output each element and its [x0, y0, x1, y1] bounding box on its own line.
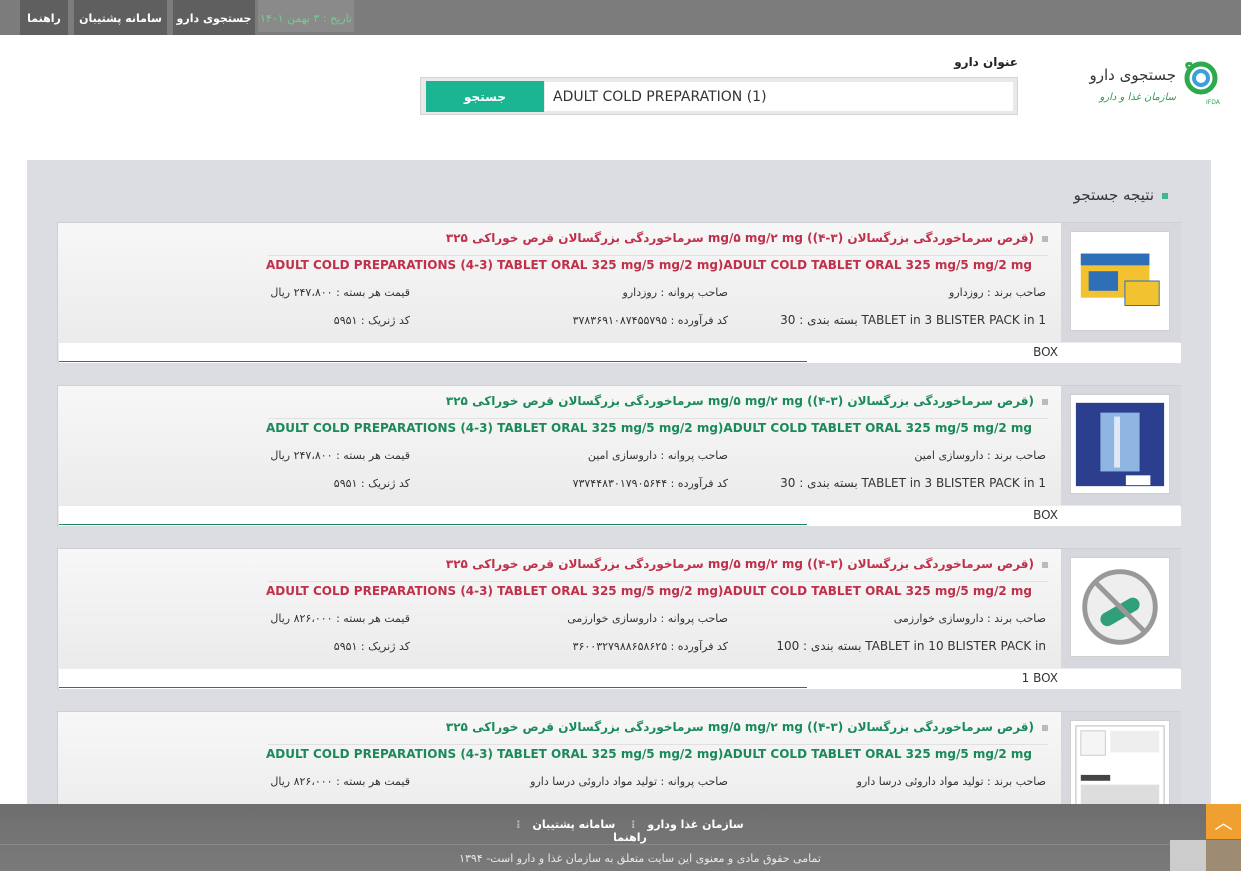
logo-subtitle: سازمان غذا و دارو	[1099, 92, 1176, 103]
packaging-info: بسته بندی : 30 TABLET in 3 BLISTER PACK …	[780, 476, 1046, 490]
result-title-fa[interactable]: سرماخوردگی بزرگسالان قرص خوراکی ۳۲۵ mg/۵…	[248, 557, 1048, 571]
footer: سازمان غذا ودارو ⁝ سامانه پشتیبان ⁝ راهنما…	[0, 804, 1241, 871]
package-price: قیمت هر بسته : ۸۲۶،۰۰۰ ریال	[270, 612, 410, 625]
product-code: کد فرآورده : ۳۷۸۳۶۹۱۰۸۷۴۵۵۷۹۵	[572, 314, 728, 327]
divider	[268, 744, 1048, 745]
packaging-info: بسته بندی : 100 TABLET in 10 BLISTER PAC…	[776, 639, 1046, 653]
result-title-en[interactable]: ADULT COLD PREPARATIONS (4-3) TABLET ORA…	[208, 421, 1032, 435]
generic-code: کد ژنریک : ۵۹۵۱	[333, 640, 410, 653]
brand-owner: صاحب برند : روزدارو	[949, 286, 1046, 299]
logo-title: جستجوی دارو	[1089, 66, 1176, 84]
date-label: تاریخ : ۳ بهمن ۱۴۰۱	[258, 0, 354, 32]
result-title-fa[interactable]: سرماخوردگی بزرگسالان قرص خوراکی ۳۲۵ mg/۵…	[248, 720, 1048, 734]
license-holder: صاحب پروانه : داروسازی امین	[587, 449, 728, 462]
product-code: کد فرآورده : ۷۳۷۴۴۸۳۰۱۷۹۰۵۶۴۴	[572, 477, 728, 490]
result-title-fa-text: سرماخوردگی بزرگسالان قرص خوراکی ۳۲۵ mg/۵…	[445, 394, 1034, 408]
result-title-en[interactable]: ADULT COLD PREPARATIONS (4-3) TABLET ORA…	[208, 584, 1032, 598]
chevron-up-icon: ︿	[1214, 812, 1233, 833]
generic-code: کد ژنریک : ۵۹۵۱	[333, 477, 410, 490]
footer-link-fda[interactable]: سازمان غذا ودارو	[647, 818, 743, 831]
package-price: قیمت هر بسته : ۲۴۷،۸۰۰ ریال	[270, 286, 410, 299]
nav-support[interactable]: سامانه پشتیبان	[74, 0, 167, 35]
packaging-info: بسته بندی : 30 TABLET in 3 BLISTER PACK …	[780, 313, 1046, 327]
search-input[interactable]	[545, 82, 1013, 111]
copyright: تمامی حقوق مادی و معنوی این سایت متعلق ب…	[459, 852, 821, 865]
result-title-fa[interactable]: سرماخوردگی بزرگسالان قرص خوراکی ۳۲۵ mg/۵…	[248, 394, 1048, 408]
search-label: عنوان دارو	[954, 55, 1018, 69]
bullet-icon	[1042, 235, 1048, 242]
search-button[interactable]: جستجو	[426, 81, 544, 112]
divider	[268, 418, 1048, 419]
result-title-en[interactable]: ADULT COLD PREPARATIONS (4-3) TABLET ORA…	[208, 258, 1032, 272]
brand-owner: صاحب برند : داروسازی امین	[914, 449, 1046, 462]
footer-side-block	[1170, 840, 1206, 871]
footer-divider: ⁝	[631, 818, 636, 831]
license-holder: صاحب پروانه : تولید مواد داروئی درسا دار…	[530, 775, 728, 788]
scroll-top-button[interactable]: ︿	[1206, 804, 1241, 839]
title-bullet-icon	[1162, 192, 1168, 199]
result-title-fa[interactable]: سرماخوردگی بزرگسالان قرص خوراکی ۳۲۵ mg/۵…	[248, 231, 1048, 245]
package-price: قیمت هر بسته : ۸۲۶،۰۰۰ ریال	[270, 775, 410, 788]
result-title-fa-text: سرماخوردگی بزرگسالان قرص خوراکی ۳۲۵ mg/۵…	[445, 720, 1034, 734]
packaging-box: BOX	[1033, 345, 1058, 359]
no-image-icon	[1082, 569, 1158, 645]
nav-help[interactable]: راهنما	[20, 0, 68, 35]
license-holder: صاحب پروانه : داروسازی خوارزمی	[567, 612, 728, 625]
fda-logo-icon: IFDA	[1184, 61, 1221, 106]
card-accent-line	[59, 524, 807, 525]
product-code: کد فرآورده : ۳۶۰۰۳۲۷۹۸۸۶۵۸۶۲۵	[572, 640, 728, 653]
divider	[268, 581, 1048, 582]
footer-side-block	[1206, 840, 1241, 871]
bullet-icon	[1042, 398, 1048, 405]
brand-owner: صاحب برند : داروسازی خوارزمی	[893, 612, 1046, 625]
svg-text:IFDA: IFDA	[1206, 99, 1221, 106]
result-title-fa-text: سرماخوردگی بزرگسالان قرص خوراکی ۳۲۵ mg/۵…	[445, 557, 1034, 571]
nav-drug-search[interactable]: جستجوی دارو	[173, 0, 255, 35]
packaging-box: BOX	[1033, 508, 1058, 522]
license-holder: صاحب پروانه : روزدارو	[622, 286, 728, 299]
package-price: قیمت هر بسته : ۲۴۷،۸۰۰ ریال	[270, 449, 410, 462]
product-thumbnail[interactable]	[1070, 557, 1170, 657]
divider	[268, 255, 1048, 256]
result-title-fa-text: سرماخوردگی بزرگسالان قرص خوراکی ۳۲۵ mg/۵…	[445, 231, 1034, 245]
product-thumbnail[interactable]	[1070, 394, 1170, 494]
footer-divider-line	[0, 844, 1241, 845]
result-card[interactable]: سرماخوردگی بزرگسالان قرص خوراکی ۳۲۵ mg/۵…	[57, 548, 1181, 689]
footer-link-support[interactable]: سامانه پشتیبان	[532, 818, 615, 831]
results-title: نتیجه جستجو	[1000, 186, 1168, 204]
footer-link-help[interactable]: راهنما	[613, 831, 647, 844]
result-card[interactable]: سرماخوردگی بزرگسالان قرص خوراکی ۳۲۵ mg/۵…	[57, 385, 1181, 526]
result-title-en[interactable]: ADULT COLD PREPARATIONS (4-3) TABLET ORA…	[208, 747, 1032, 761]
card-accent-line	[59, 361, 807, 362]
top-nav: راهنما سامانه پشتیبان جستجوی دارو تاریخ …	[0, 0, 1241, 35]
card-accent-line	[59, 687, 807, 688]
footer-links: سازمان غذا ودارو ⁝ سامانه پشتیبان ⁝ راهنما	[500, 818, 760, 844]
generic-code: کد ژنریک : ۵۹۵۱	[333, 314, 410, 327]
product-thumbnail[interactable]	[1070, 231, 1170, 331]
footer-divider: ⁝	[516, 818, 521, 831]
packaging-box: 1 BOX	[1021, 671, 1058, 685]
result-card[interactable]: سرماخوردگی بزرگسالان قرص خوراکی ۳۲۵ mg/۵…	[57, 222, 1181, 363]
product-box-icon	[1075, 402, 1165, 487]
product-box-icon	[1080, 253, 1160, 306]
brand-owner: صاحب برند : تولید مواد داروئی درسا دارو	[856, 775, 1046, 788]
site-logo[interactable]: جستجوی دارو سازمان غذا و دارو IFDA	[1088, 60, 1228, 110]
bullet-icon	[1042, 724, 1048, 731]
results-title-text: نتیجه جستجو	[1073, 186, 1154, 204]
bullet-icon	[1042, 561, 1048, 568]
